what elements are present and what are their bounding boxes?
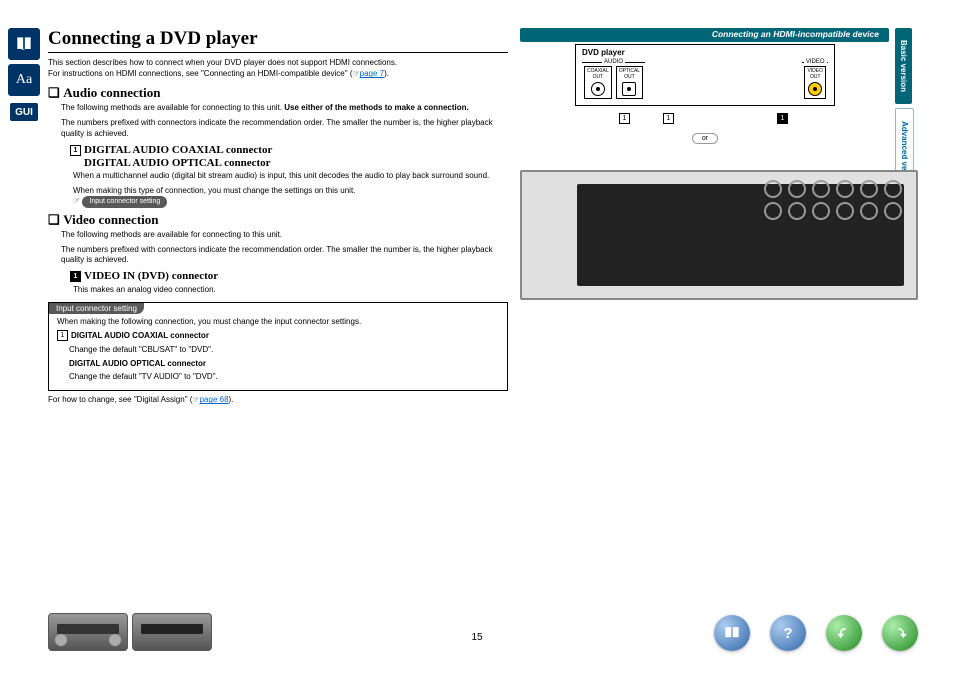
subhead-video-in: 1VIDEO IN (DVD) connector [70,270,508,283]
video-label: VIDEO [806,59,825,65]
video-p1: The following methods are available for … [61,230,508,241]
port-video-out: VIDEOOUT [804,66,826,99]
help-button[interactable]: ? [770,615,806,651]
number-box-filled-1: 1 [70,271,81,282]
or-badge: or [692,133,718,144]
settings-line2b: Change the default "TV AUDIO" to "DVD". [69,372,499,383]
link-page68[interactable]: page 68 [200,395,229,404]
audio-label: AUDIO [604,59,623,65]
settings-p1: When making the following connection, yo… [57,317,499,328]
audio-p2: The numbers prefixed with connectors ind… [61,118,508,140]
dvd-title: DVD player [582,48,828,57]
pill-input-connector: Input connector setting [82,196,167,207]
video-p2: The numbers prefixed with connectors ind… [61,245,508,267]
number-box-1: 1 [70,145,81,156]
prev-page-button[interactable] [826,615,862,651]
settings-line1: 1DIGITAL AUDIO COAXIAL connector [57,331,499,342]
port-optical-out: OPTICALOUT [616,66,643,99]
intro-text: This section describes how to connect wh… [48,57,508,79]
gui-icon[interactable]: GUI [9,102,39,122]
diagram-numbers: 1 1 1 [520,114,890,125]
glossary-icon[interactable]: Aa [8,64,40,96]
audio-p1: The following methods are available for … [61,103,508,114]
next-page-button[interactable] [882,615,918,651]
main-content: Connecting a DVD player This section des… [48,28,508,404]
receiver-back-panel [520,170,918,300]
settings-line1b: Change the default "CBL/SAT" to "DVD". [69,345,499,356]
port-coaxial-out: COAXIALOUT [584,66,612,99]
tab-basic-version[interactable]: Basic version [895,28,912,104]
connection-diagram: DVD player AUDIO COAXIALOUT OPTICALOUT V… [520,44,890,384]
header-title: Connecting an HDMI-incompatible device [712,29,879,39]
audio-sub-p1: When a multichannel audio (digital bit s… [73,171,508,182]
video-sub-p1: This makes an analog video connection. [73,285,508,296]
settings-box: Input connector setting When making the … [48,302,508,391]
svg-text:?: ? [783,625,792,642]
left-icon-rail: Aa GUI [8,28,40,128]
subhead-digital-audio: 1DIGITAL AUDIO COAXIAL connector DIGITAL… [70,144,508,169]
header-banner: Connecting an HDMI-incompatible device [520,28,889,42]
settings-header: Input connector setting [49,303,144,314]
settings-line2: DIGITAL AUDIO OPTICAL connector [69,359,499,370]
link-page7[interactable]: page 7 [360,69,384,78]
footer: 15 ? [0,605,954,651]
dvd-player-box: DVD player AUDIO COAXIALOUT OPTICALOUT V… [575,44,835,106]
heading-audio: Audio connection [48,85,508,101]
audio-sub-p2: When making this type of connection, you… [73,186,508,208]
settings-footer: For how to change, see "Digital Assign" … [48,395,508,404]
page-title: Connecting a DVD player [48,28,508,53]
book-icon[interactable] [8,28,40,60]
contents-button[interactable] [714,615,750,651]
heading-video: Video connection [48,212,508,228]
